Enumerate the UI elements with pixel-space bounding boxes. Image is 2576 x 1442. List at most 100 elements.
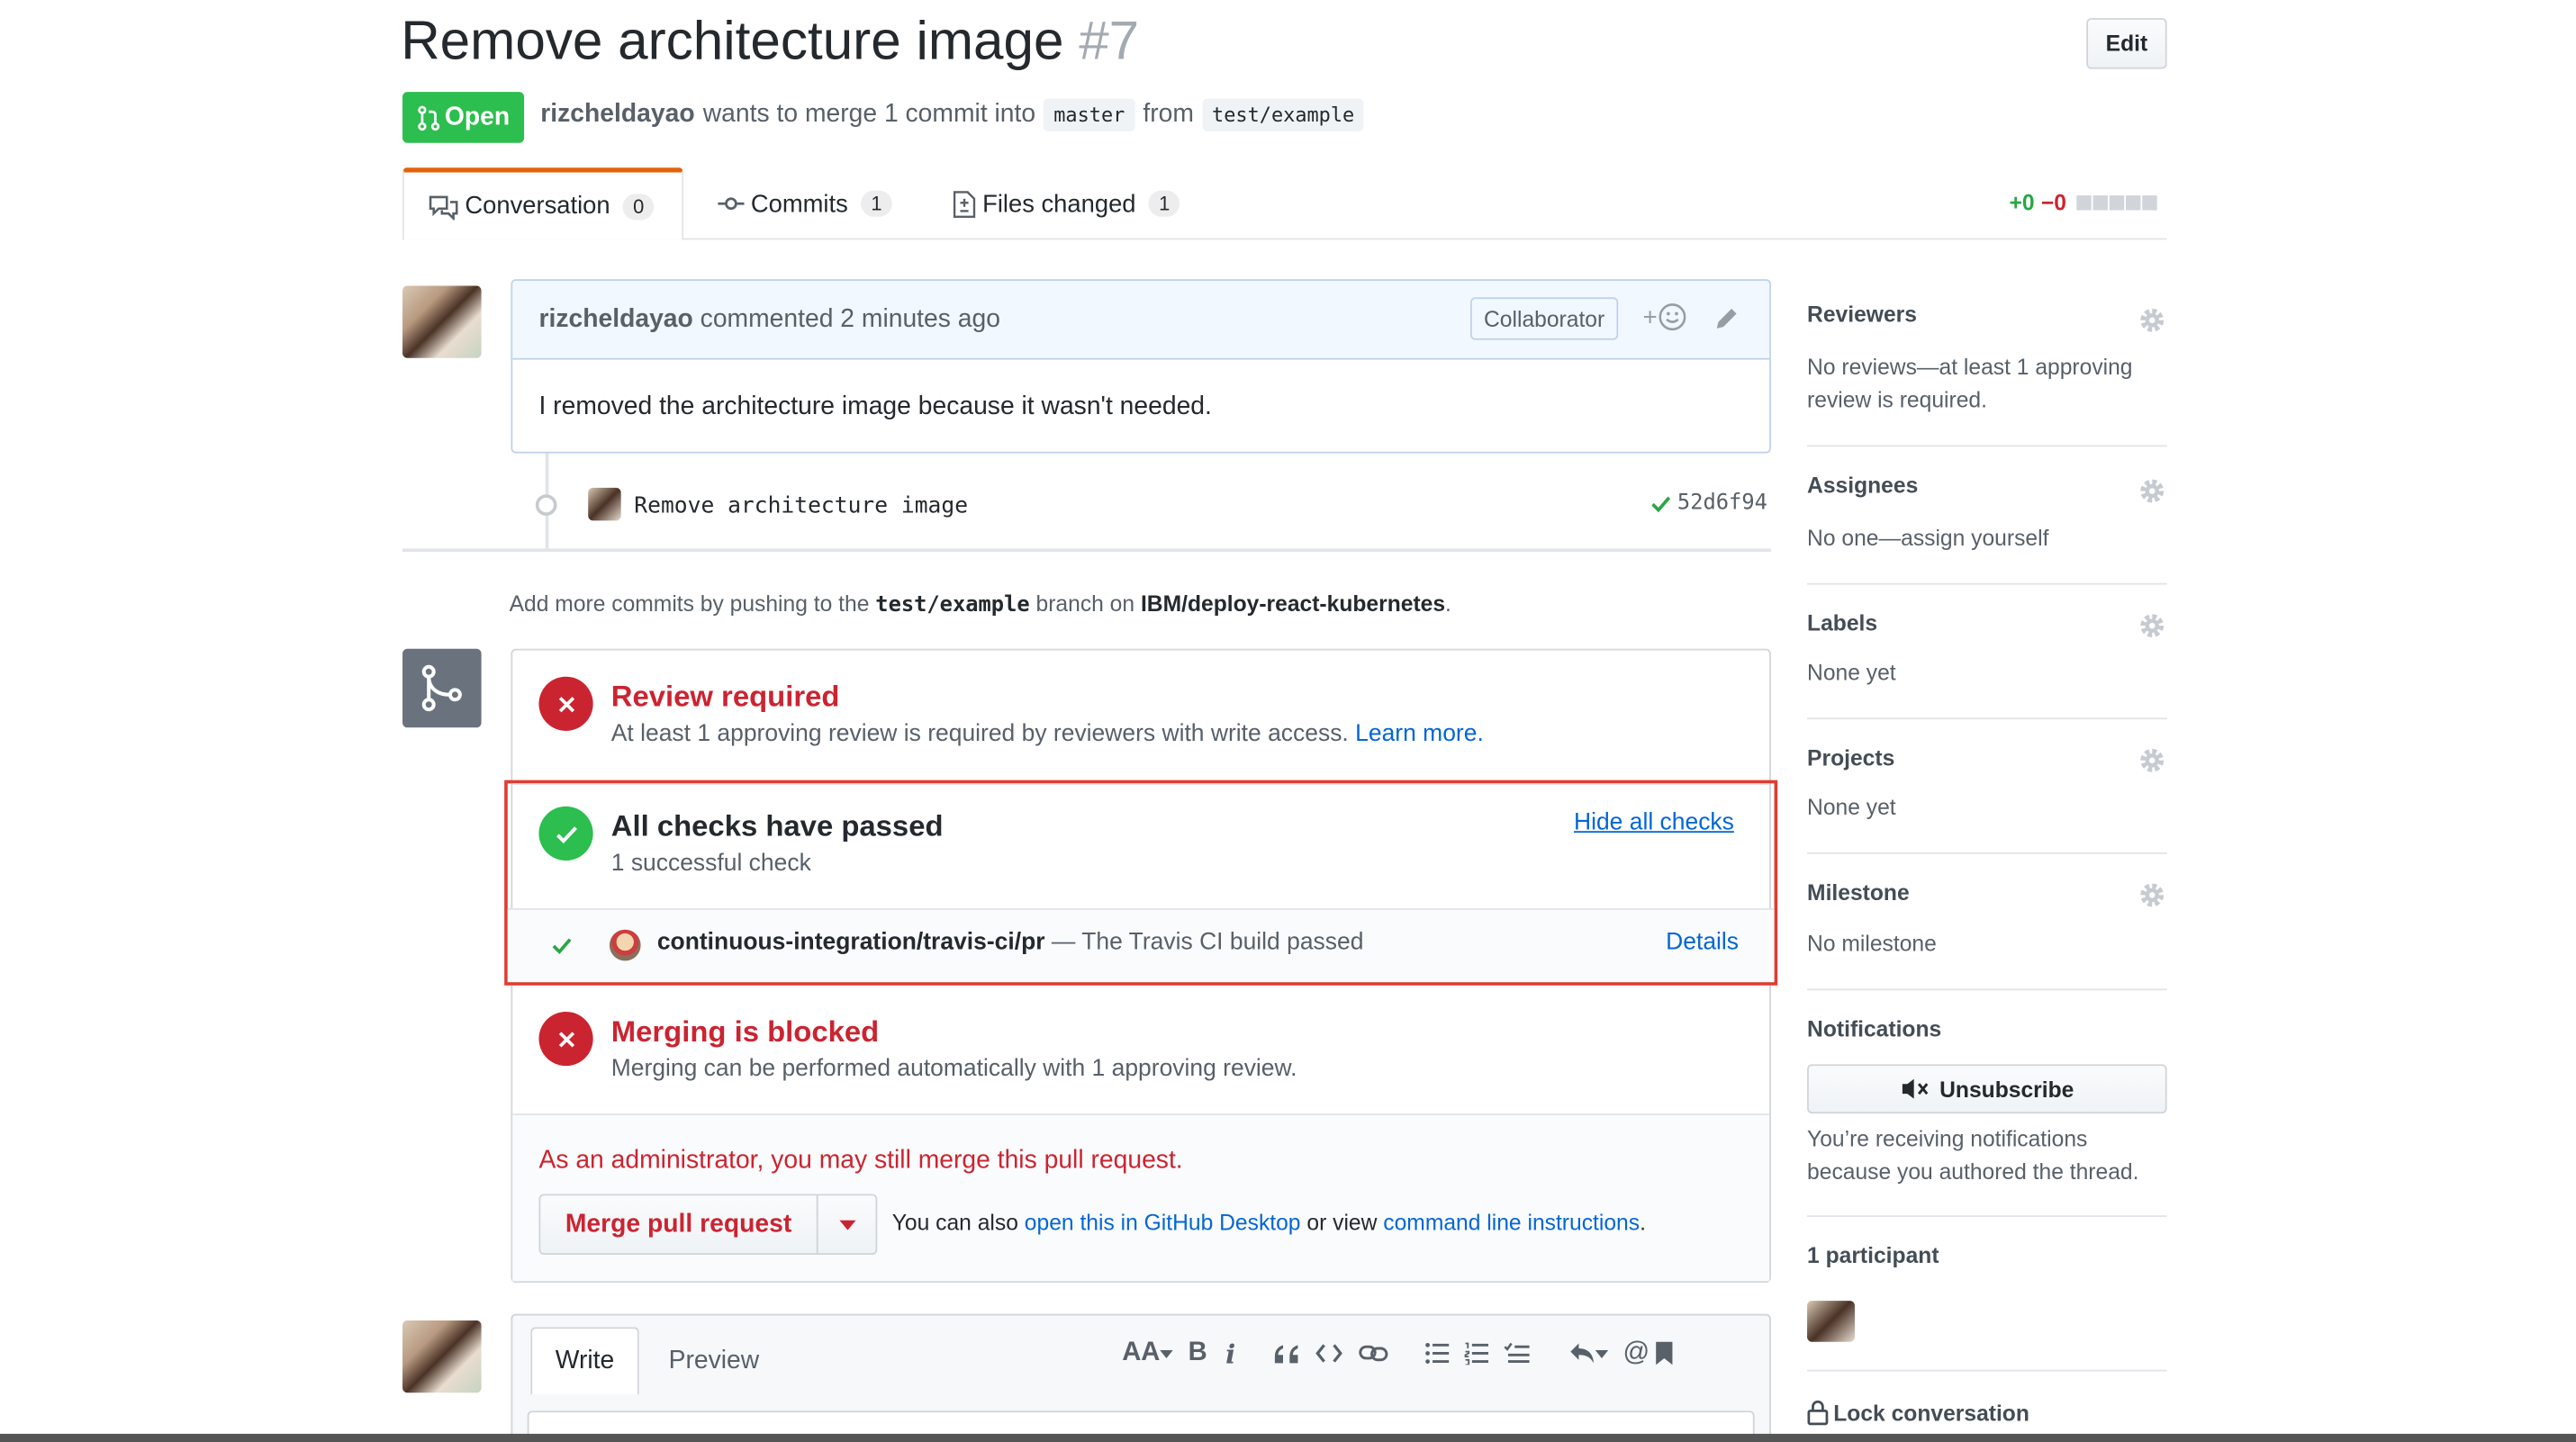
sidebar-reviewers: Reviewers No reviews—at least 1 approvin… xyxy=(1807,302,2167,447)
x-icon xyxy=(538,1011,593,1067)
gear-icon[interactable] xyxy=(2138,305,2167,335)
pr-number: #7 xyxy=(1079,9,1140,71)
bookmark-icon[interactable] xyxy=(1654,1340,1674,1366)
gear-icon[interactable] xyxy=(2138,476,2167,506)
merge-options-dropdown[interactable] xyxy=(816,1194,878,1255)
commit-status: 52d6f94 xyxy=(1650,491,1767,516)
gear-icon[interactable] xyxy=(2138,611,2167,641)
tab-conversation[interactable]: Conversation 0 xyxy=(402,167,684,240)
list-ordered-icon[interactable] xyxy=(1464,1342,1504,1365)
mention-button[interactable]: @ xyxy=(1618,1338,1654,1368)
heading-button[interactable]: AA xyxy=(1122,1338,1181,1368)
push-branch: test/example xyxy=(875,592,1030,618)
comment-author[interactable]: rizcheldayao xyxy=(538,305,692,333)
add-reaction-button[interactable]: + xyxy=(1643,302,1687,332)
bottom-edge xyxy=(0,1433,2576,1442)
x-icon xyxy=(538,676,593,731)
hide-all-checks-link[interactable]: Hide all checks xyxy=(1574,810,1734,836)
pr-title: Remove architecture image #7 xyxy=(401,9,1140,71)
sidebar-heading: Reviewers xyxy=(1807,302,1917,328)
comment-discussion-icon xyxy=(429,193,458,220)
sidebar-heading: 1 participant xyxy=(1807,1243,1939,1268)
base-branch[interactable]: master xyxy=(1044,98,1135,131)
list-unordered-icon[interactable] xyxy=(1424,1342,1464,1365)
tab-commits[interactable]: Commits 1 xyxy=(718,169,892,239)
assign-yourself-link[interactable]: No one—assign yourself xyxy=(1807,522,2048,554)
comment-box: rizcheldayao commented 2 minutes ago Col… xyxy=(511,279,1771,454)
unsubscribe-button[interactable]: Unsubscribe xyxy=(1807,1064,2167,1114)
check-name: continuous-integration/travis-ci/pr xyxy=(656,929,1045,956)
pencil-icon[interactable] xyxy=(1712,304,1741,334)
tab-count: 1 xyxy=(1149,190,1180,217)
avatar[interactable] xyxy=(402,1320,482,1393)
blocked-desc: Merging can be performed automatically w… xyxy=(610,1056,1297,1083)
mute-icon xyxy=(1900,1077,1930,1101)
diffstat: +0 −0 xyxy=(2009,190,2157,216)
comment-meta: rizcheldayao commented 2 minutes ago xyxy=(538,305,999,335)
check-icon xyxy=(550,934,574,958)
lock-conversation-link[interactable]: Lock conversation xyxy=(1807,1400,2029,1426)
checks-divider-top xyxy=(512,783,1770,786)
file-diff-icon xyxy=(953,190,976,218)
sidebar-heading: Projects xyxy=(1807,745,1895,771)
tasklist-icon[interactable] xyxy=(1504,1342,1569,1365)
checks-title: All checks have passed xyxy=(610,809,944,843)
triangle-down-icon xyxy=(838,1219,855,1230)
quote-icon[interactable] xyxy=(1273,1342,1315,1365)
merge-icon xyxy=(402,648,482,728)
write-tab[interactable]: Write xyxy=(530,1327,639,1395)
push-repo[interactable]: IBM/deploy-react-kubernetes xyxy=(1141,591,1445,616)
github-desktop-link[interactable]: open this in GitHub Desktop xyxy=(1025,1211,1301,1235)
preview-tab[interactable]: Preview xyxy=(669,1347,760,1376)
collaborator-badge: Collaborator xyxy=(1470,297,1619,340)
git-pull-request-icon xyxy=(417,104,440,131)
command-line-link[interactable]: command line instructions xyxy=(1383,1211,1640,1235)
details-link[interactable]: Details xyxy=(1666,930,1739,956)
sidebar-participants: 1 participant xyxy=(1807,1243,2167,1372)
diffstat-removed: −0 xyxy=(2040,190,2067,216)
tab-count: 0 xyxy=(623,193,655,220)
check-circle-icon xyxy=(538,806,593,861)
merge-pull-request-button[interactable]: Merge pull request xyxy=(538,1194,818,1255)
tab-count: 1 xyxy=(861,190,892,217)
pr-meta: rizcheldayao wants to merge 1 commit int… xyxy=(540,98,1365,131)
code-icon[interactable] xyxy=(1315,1344,1359,1364)
diffstat-blocks xyxy=(2075,195,2157,211)
sidebar-milestone: Milestone No milestone xyxy=(1807,880,2167,991)
commit-sha[interactable]: 52d6f94 xyxy=(1677,491,1767,516)
sidebar-labels: Labels None yet xyxy=(1807,611,2167,720)
merge-alternatives: You can also open this in GitHub Desktop… xyxy=(891,1210,1646,1236)
participant-avatar[interactable] xyxy=(1807,1301,1855,1342)
editor-toolbar: AA B i @ xyxy=(1122,1338,1674,1369)
review-desc: At least 1 approving review is required … xyxy=(610,720,1484,748)
admin-text: As an administrator, you may still merge… xyxy=(538,1146,1183,1175)
learn-more-link[interactable]: Learn more. xyxy=(1355,721,1484,747)
blocked-title: Merging is blocked xyxy=(610,1014,880,1049)
reply-icon[interactable] xyxy=(1568,1342,1618,1365)
tab-files-changed[interactable]: Files changed 1 xyxy=(953,169,1180,239)
avatar[interactable] xyxy=(402,285,482,358)
state-badge: Open xyxy=(402,92,525,143)
gear-icon[interactable] xyxy=(2138,745,2167,775)
sidebar-notifications: Notifications Unsubscribe You’re receivi… xyxy=(1807,1016,2167,1218)
pr-author[interactable]: rizcheldayao xyxy=(540,100,694,130)
gear-icon[interactable] xyxy=(2138,880,2167,910)
italic-button[interactable]: i xyxy=(1214,1338,1246,1369)
commit-dot xyxy=(535,494,557,516)
edit-button[interactable]: Edit xyxy=(2086,18,2167,69)
bold-button[interactable]: B xyxy=(1181,1338,1214,1368)
review-title: Review required xyxy=(610,680,840,713)
travis-ci-logo-icon xyxy=(609,929,641,961)
commit-message[interactable]: Remove architecture image xyxy=(634,492,968,518)
check-name-line: continuous-integration/travis-ci/pr — Th… xyxy=(656,929,1364,956)
comment-body: I removed the architecture image because… xyxy=(538,392,1212,421)
head-branch[interactable]: test/example xyxy=(1202,98,1365,131)
push-hint: Add more commits by pushing to the test/… xyxy=(509,590,1451,618)
link-icon[interactable] xyxy=(1359,1344,1424,1364)
git-commit-icon xyxy=(718,191,745,217)
comment-time[interactable]: commented 2 minutes ago xyxy=(700,305,1000,333)
smiley-icon xyxy=(1658,302,1687,332)
commit-avatar[interactable] xyxy=(588,487,621,521)
check-icon[interactable] xyxy=(1650,491,1673,515)
sidebar-heading: Notifications xyxy=(1807,1016,1942,1041)
